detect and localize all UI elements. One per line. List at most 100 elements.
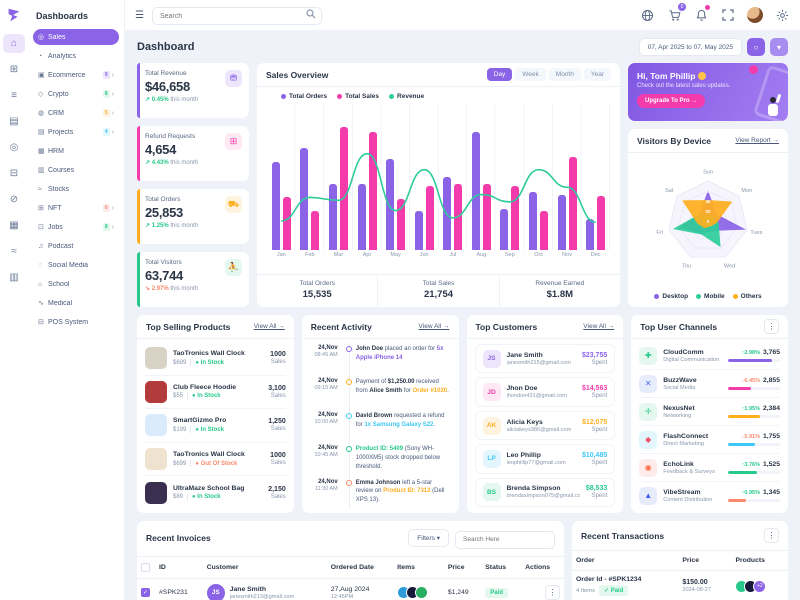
- date-range-picker[interactable]: 07, Apr 2025 to 07, May 2025: [639, 38, 742, 56]
- sidebar-item-ecommerce[interactable]: ▣Ecommerce9›: [33, 67, 119, 83]
- nav-item-label: School: [48, 281, 114, 288]
- tab-day[interactable]: Day: [487, 68, 513, 81]
- progress-fill: [728, 387, 751, 390]
- date-dropdown-button[interactable]: ▾: [770, 38, 788, 56]
- sidebar-item-analytics[interactable]: ◔Analytics: [33, 48, 119, 64]
- product-info: TaoTronics Wall Clock$699● Out Of Stock: [173, 451, 264, 467]
- channel-trend: ↑1.95%: [742, 406, 760, 412]
- sidebar-item-courses[interactable]: ▥Courses: [33, 162, 119, 178]
- sidebar-item-sales[interactable]: ◎Sales: [33, 29, 119, 45]
- channel-stats: ↓6.45%2,855: [728, 377, 780, 390]
- column-header: Ordered Date: [327, 556, 393, 578]
- progress-track: [728, 471, 780, 474]
- filters-button[interactable]: Filters ▾: [408, 529, 449, 547]
- month-label: Jul: [438, 252, 467, 258]
- price-date: 2024-08-27: [682, 587, 727, 593]
- file-icon[interactable]: ▤: [3, 112, 25, 131]
- user-avatar[interactable]: [747, 7, 763, 23]
- channel-info: CloudCommDigital Communication: [663, 349, 722, 363]
- sidebar-item-medical[interactable]: ∿Medical: [33, 295, 119, 311]
- legend-label: Mobile: [704, 293, 725, 300]
- timeline: [344, 476, 356, 509]
- activity-time: 08:45 AM: [310, 352, 338, 358]
- activity-time: 10:00 AM: [310, 419, 338, 425]
- row-actions-button[interactable]: ⋮: [545, 585, 560, 600]
- layers-icon[interactable]: ≡: [3, 86, 25, 105]
- invoice-customer: JSJane Smithjanesmith213@gmail.com: [203, 578, 327, 600]
- summary-cell: Total Sales21,754: [377, 275, 498, 307]
- select-all-checkbox[interactable]: [141, 563, 150, 572]
- sidebar-item-jobs[interactable]: ⊡Jobs8›: [33, 219, 119, 235]
- tab-month[interactable]: Month: [549, 68, 581, 81]
- channel-info: VibeStreamContent Distribution: [663, 489, 722, 503]
- product-row: SmartGizmo Pro$199● In Stock1,250Sales: [145, 408, 286, 442]
- nav-item-label: Social Media: [48, 262, 114, 269]
- radar-axis-label: Sun: [703, 169, 713, 175]
- item-thumb: [415, 586, 428, 599]
- nav-item-label: Analytics: [48, 53, 114, 60]
- nav-item-label: Stocks: [48, 186, 114, 193]
- kanban-icon[interactable]: ▥: [3, 268, 25, 287]
- sidebar-item-nft[interactable]: ⊞NFT6›: [33, 200, 119, 216]
- gear-icon[interactable]: [774, 7, 790, 23]
- activity-row: 24,Nov11:30 AMEmma Johnson left a 5-star…: [310, 476, 451, 509]
- sidebar-item-crm[interactable]: ◍CRM5›: [33, 105, 119, 121]
- transaction-products: +2: [731, 571, 788, 600]
- invoices-search-input[interactable]: [455, 531, 555, 549]
- products-view-all-link[interactable]: View All →: [254, 323, 285, 330]
- apps-icon[interactable]: ⊞: [3, 60, 25, 79]
- spike-logo[interactable]: [5, 6, 23, 24]
- row-checkbox[interactable]: ✓: [141, 588, 150, 597]
- upgrade-pro-button[interactable]: Upgrade To Pro →: [637, 94, 705, 108]
- nav-item-label: Medical: [48, 300, 114, 307]
- channel-category: Social Media: [663, 385, 722, 391]
- refresh-button[interactable]: ○: [747, 38, 765, 56]
- transactions-menu-button[interactable]: ⋮: [764, 528, 779, 543]
- target-icon[interactable]: ◎: [3, 138, 25, 157]
- sidebar-item-hrm[interactable]: ▦HRM: [33, 143, 119, 159]
- channel-value: 2,855: [763, 377, 780, 384]
- activity-highlight[interactable]: Product ID: 5409: [356, 446, 403, 452]
- activity-highlight[interactable]: 1x Samsung Galaxy S22: [364, 422, 433, 428]
- customer-info: Jane Smithjanesmith215@gmail.com: [507, 352, 576, 366]
- activity-highlight[interactable]: Order #1020: [412, 388, 447, 394]
- tab-year[interactable]: Year: [584, 68, 611, 81]
- activity-highlight[interactable]: Product ID: 7312: [383, 488, 430, 494]
- home-icon[interactable]: ⌂: [3, 34, 25, 53]
- sidebar-item-projects[interactable]: ▤Projects4›: [33, 124, 119, 140]
- channels-menu-button[interactable]: ⋮: [764, 319, 779, 334]
- sidebar-item-crypto[interactable]: ◇Crypto8›: [33, 86, 119, 102]
- sales-suffix: Sales: [268, 393, 286, 399]
- order-items-count: 4 Items: [576, 588, 595, 594]
- product-sales: 1000Sales: [270, 452, 286, 466]
- archive-icon[interactable]: ▦: [3, 216, 25, 235]
- cart-icon[interactable]: 0: [666, 7, 682, 23]
- transactions-title: Recent Transactions: [581, 531, 664, 541]
- summary-cell: Revenue Earned$1.8M: [499, 275, 620, 307]
- view-report-link[interactable]: View Report →: [735, 137, 779, 144]
- customers-view-all-link[interactable]: View All →: [583, 323, 614, 330]
- menu-toggle-icon[interactable]: ☰: [135, 10, 144, 21]
- globe-icon[interactable]: [639, 7, 655, 23]
- compass-icon[interactable]: ⊘: [3, 190, 25, 209]
- invoice-actions: ⋮: [521, 578, 564, 600]
- nav-item-badge: 8: [103, 90, 110, 98]
- search-box: [152, 5, 322, 26]
- search-input[interactable]: [152, 7, 322, 25]
- activity-view-all-link[interactable]: View All →: [419, 323, 450, 330]
- sidebar-item-pos-system[interactable]: ⊟POS System: [33, 314, 119, 330]
- chart-icon[interactable]: ≈: [3, 242, 25, 261]
- month-label: May: [381, 252, 410, 258]
- nav-item-icon: ▣: [38, 71, 48, 79]
- progress-fill: [728, 443, 755, 446]
- gift-icon[interactable]: ⊟: [3, 164, 25, 183]
- sidebar-item-podcast[interactable]: ♫Podcast: [33, 238, 119, 254]
- sidebar-item-school[interactable]: ⌂School: [33, 276, 119, 292]
- sidebar-item-stocks[interactable]: ≈Stocks: [33, 181, 119, 197]
- tab-week[interactable]: Week: [515, 68, 546, 81]
- activity-date: 24,Nov: [310, 378, 338, 384]
- bell-icon[interactable]: [693, 7, 709, 23]
- column-header: ID: [155, 556, 203, 578]
- sidebar-item-social-media[interactable]: ◌Social Media: [33, 257, 119, 273]
- fullscreen-icon[interactable]: [720, 7, 736, 23]
